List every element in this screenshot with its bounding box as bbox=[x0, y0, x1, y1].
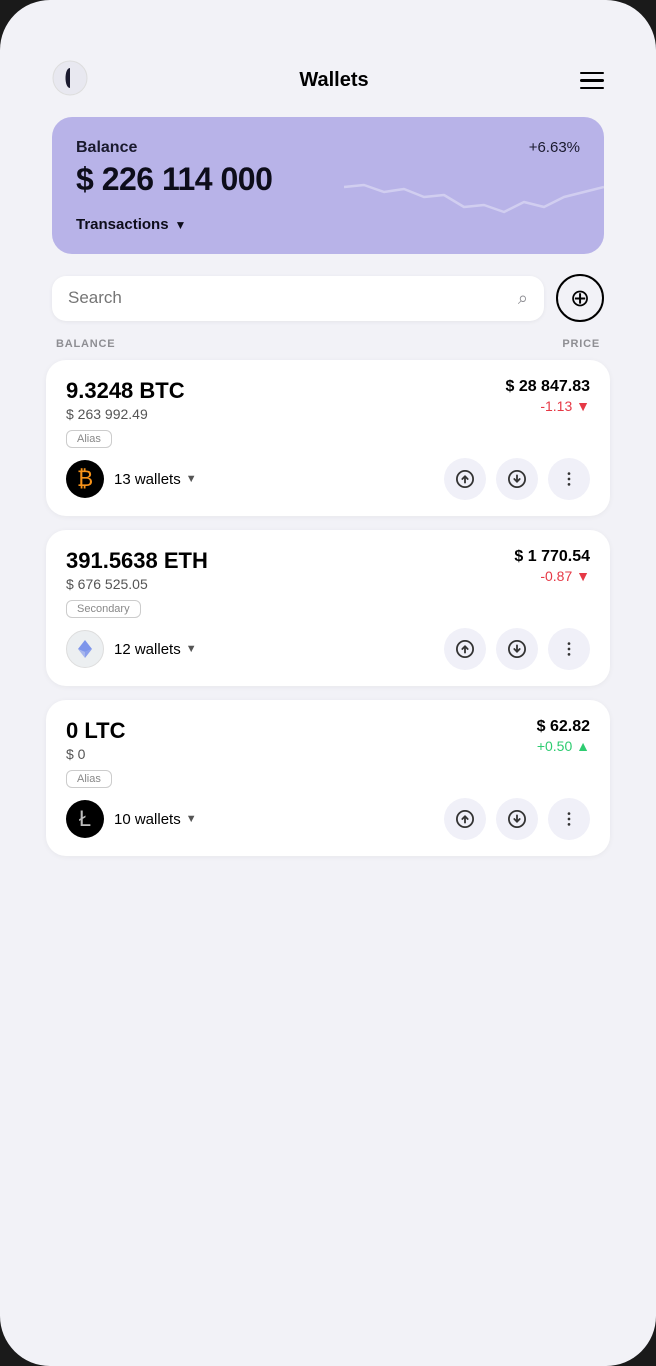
coin-top-eth: 391.5638 ETH $ 676 525.05 $ 1 770.54 -0.… bbox=[66, 548, 590, 592]
coin-usd-eth: $ 676 525.05 bbox=[66, 576, 208, 592]
coin-usd-ltc: $ 0 bbox=[66, 746, 125, 762]
wallets-caret-ltc: ▼ bbox=[186, 813, 197, 825]
coin-top-btc: 9.3248 BTC $ 263 992.49 $ 28 847.83 -1.1… bbox=[66, 378, 590, 422]
coin-list: 9.3248 BTC $ 263 992.49 $ 28 847.83 -1.1… bbox=[28, 360, 628, 856]
action-buttons-eth bbox=[444, 628, 590, 670]
receive-icon bbox=[508, 640, 526, 658]
wallets-caret-eth: ▼ bbox=[186, 643, 197, 655]
more-icon bbox=[560, 640, 578, 658]
more-button-ltc[interactable] bbox=[548, 798, 590, 840]
receive-button-eth[interactable] bbox=[496, 628, 538, 670]
transactions-label: Transactions bbox=[76, 216, 169, 233]
receive-icon bbox=[508, 470, 526, 488]
search-icon: ⌕ bbox=[518, 288, 528, 309]
search-wrapper: ⌕ bbox=[52, 276, 544, 321]
phone-frame: Wallets Balance +6.63% $ 226 114 000 Tra… bbox=[0, 0, 656, 1366]
search-input[interactable] bbox=[68, 288, 510, 308]
coin-alias-btc: Alias bbox=[66, 430, 112, 448]
coin-change-eth: -0.87 ▼ bbox=[514, 568, 590, 584]
coin-card-eth: 391.5638 ETH $ 676 525.05 $ 1 770.54 -0.… bbox=[46, 530, 610, 686]
page-title: Wallets bbox=[299, 69, 368, 92]
coin-change-btc: -1.13 ▼ bbox=[505, 398, 590, 414]
coin-alias-ltc: Alias bbox=[66, 770, 112, 788]
coin-top-ltc: 0 LTC $ 0 $ 62.82 +0.50 ▲ bbox=[66, 718, 590, 762]
balance-label: Balance bbox=[76, 139, 580, 157]
coin-bottom-ltc: Ł 10 wallets ▼ bbox=[66, 798, 590, 840]
transactions-button[interactable]: Transactions ▼ bbox=[76, 216, 186, 233]
action-buttons-ltc bbox=[444, 798, 590, 840]
receive-icon bbox=[508, 810, 526, 828]
coin-name-ltc: 0 LTC bbox=[66, 718, 125, 744]
balance-card: Balance +6.63% $ 226 114 000 Transaction… bbox=[52, 117, 604, 254]
more-icon bbox=[560, 810, 578, 828]
add-wallet-button[interactable]: ⊕ bbox=[556, 274, 604, 322]
wallets-caret-btc: ▼ bbox=[186, 473, 197, 485]
send-icon bbox=[456, 640, 474, 658]
coin-change-ltc: +0.50 ▲ bbox=[537, 738, 590, 754]
send-button-eth[interactable] bbox=[444, 628, 486, 670]
send-button-btc[interactable] bbox=[444, 458, 486, 500]
table-headers: BALANCE PRICE bbox=[28, 338, 628, 360]
hamburger-line-1 bbox=[580, 72, 604, 75]
coin-name-btc: 9.3248 BTC bbox=[66, 378, 185, 404]
balance-chart bbox=[344, 157, 604, 237]
plus-icon: ⊕ bbox=[570, 284, 590, 313]
coin-logo-wallets-btc: ₿ 13 wallets ▼ bbox=[66, 460, 197, 498]
wallets-count-btc[interactable]: 13 wallets ▼ bbox=[114, 471, 197, 488]
price-column-header: PRICE bbox=[562, 338, 600, 350]
header: Wallets bbox=[28, 40, 628, 117]
more-button-btc[interactable] bbox=[548, 458, 590, 500]
coin-price-btc: $ 28 847.83 bbox=[505, 378, 590, 396]
coin-price-eth: $ 1 770.54 bbox=[514, 548, 590, 566]
hamburger-line-3 bbox=[580, 87, 604, 90]
coin-logo-ltc: Ł bbox=[66, 800, 104, 838]
more-button-eth[interactable] bbox=[548, 628, 590, 670]
coin-price-ltc: $ 62.82 bbox=[537, 718, 590, 736]
send-button-ltc[interactable] bbox=[444, 798, 486, 840]
balance-column-header: BALANCE bbox=[56, 338, 115, 350]
coin-usd-btc: $ 263 992.49 bbox=[66, 406, 185, 422]
app-container: Wallets Balance +6.63% $ 226 114 000 Tra… bbox=[28, 40, 628, 870]
coin-price-col-btc: $ 28 847.83 -1.13 ▼ bbox=[505, 378, 590, 414]
coin-left-ltc: 0 LTC $ 0 bbox=[66, 718, 125, 762]
hamburger-line-2 bbox=[580, 79, 604, 82]
wallets-count-eth[interactable]: 12 wallets ▼ bbox=[114, 641, 197, 658]
search-row: ⌕ ⊕ bbox=[28, 274, 628, 338]
more-icon bbox=[560, 470, 578, 488]
coin-price-col-eth: $ 1 770.54 -0.87 ▼ bbox=[514, 548, 590, 584]
coin-left-btc: 9.3248 BTC $ 263 992.49 bbox=[66, 378, 185, 422]
send-icon bbox=[456, 810, 474, 828]
coin-price-col-ltc: $ 62.82 +0.50 ▲ bbox=[537, 718, 590, 754]
coin-left-eth: 391.5638 ETH $ 676 525.05 bbox=[66, 548, 208, 592]
app-logo-icon bbox=[52, 60, 88, 101]
coin-card-ltc: 0 LTC $ 0 $ 62.82 +0.50 ▲ Alias Ł 10 wal… bbox=[46, 700, 610, 856]
wallets-count-ltc[interactable]: 10 wallets ▼ bbox=[114, 811, 197, 828]
coin-logo-btc: ₿ bbox=[66, 460, 104, 498]
coin-bottom-eth: 12 wallets ▼ bbox=[66, 628, 590, 670]
menu-button[interactable] bbox=[580, 72, 604, 90]
coin-logo-wallets-eth: 12 wallets ▼ bbox=[66, 630, 197, 668]
coin-logo-eth bbox=[66, 630, 104, 668]
transactions-chevron-icon: ▼ bbox=[175, 218, 187, 232]
coin-alias-eth: Secondary bbox=[66, 600, 141, 618]
coin-name-eth: 391.5638 ETH bbox=[66, 548, 208, 574]
coin-logo-wallets-ltc: Ł 10 wallets ▼ bbox=[66, 800, 197, 838]
balance-change: +6.63% bbox=[529, 139, 580, 156]
send-icon bbox=[456, 470, 474, 488]
receive-button-ltc[interactable] bbox=[496, 798, 538, 840]
coin-bottom-btc: ₿ 13 wallets ▼ bbox=[66, 458, 590, 500]
receive-button-btc[interactable] bbox=[496, 458, 538, 500]
coin-card-btc: 9.3248 BTC $ 263 992.49 $ 28 847.83 -1.1… bbox=[46, 360, 610, 516]
action-buttons-btc bbox=[444, 458, 590, 500]
